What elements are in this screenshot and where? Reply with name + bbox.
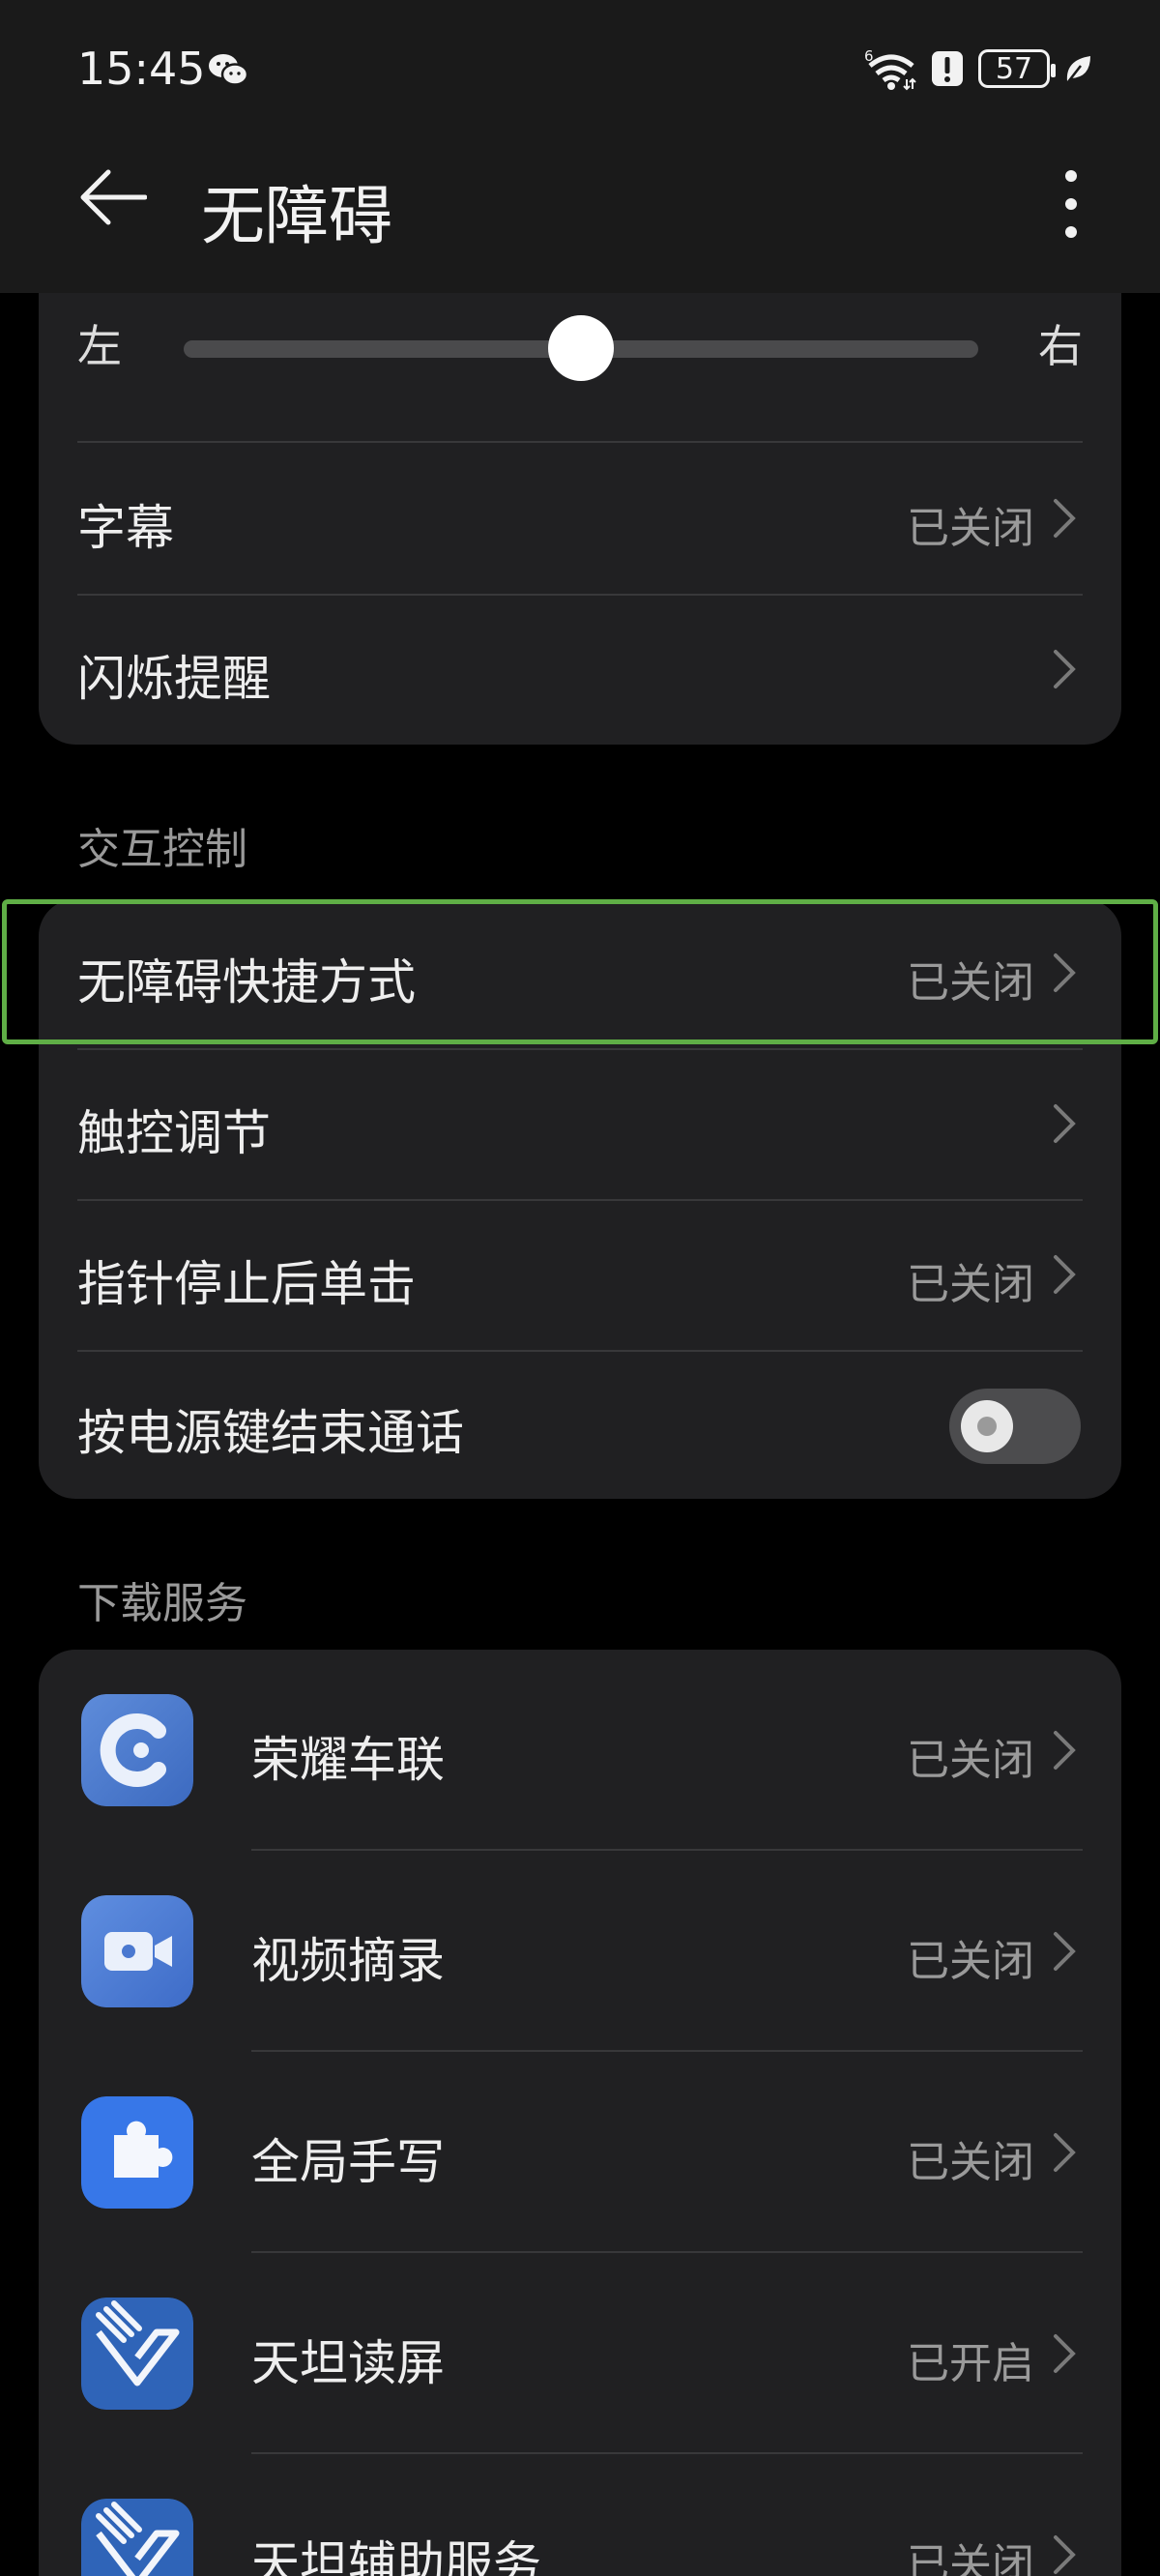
row-subtitles[interactable]: 字幕 已关闭	[39, 443, 1121, 594]
balance-slider-thumb[interactable]	[548, 315, 614, 381]
row-label: 触控调节	[77, 1105, 271, 1161]
app-status: 已开启	[907, 2339, 1034, 2388]
power-ends-call-toggle[interactable]	[949, 1389, 1081, 1464]
row-value: 已关闭	[907, 504, 1034, 553]
row-value: 已关闭	[907, 1260, 1034, 1309]
row-accessibility-shortcut[interactable]: 无障碍快捷方式 已关闭	[39, 899, 1121, 1048]
chevron-right-icon	[1054, 2133, 1076, 2172]
app-status: 已关闭	[907, 1736, 1034, 1785]
row-label: 闪烁提醒	[77, 651, 271, 707]
app-name: 天坦辅助服务	[251, 2536, 541, 2576]
puzzle-icon	[81, 2096, 193, 2209]
chevron-right-icon	[1054, 1104, 1076, 1143]
app-row-tiantan-assist[interactable]: 天坦辅助服务 已关闭	[39, 2454, 1121, 2576]
screen: 15:45 6 57 无障碍 左 右 字幕 已关闭 闪烁提醒 交互控制 无障碍快…	[0, 0, 1160, 2576]
status-time: 15:45	[77, 43, 206, 95]
row-power-ends-call: 按电源键结束通话	[39, 1352, 1121, 1499]
balance-slider-row: 左 右	[39, 290, 1121, 406]
chevron-right-icon	[1054, 1255, 1076, 1294]
leaf-icon	[1066, 56, 1090, 84]
battery-icon: 57	[978, 49, 1056, 88]
tiantan-assist-icon	[81, 2499, 193, 2576]
section-title-interaction: 交互控制	[77, 825, 247, 874]
chevron-right-icon	[1054, 2334, 1076, 2373]
alert-icon	[932, 51, 963, 86]
row-value: 已关闭	[907, 958, 1034, 1008]
row-touch-adjust[interactable]: 触控调节	[39, 1050, 1121, 1199]
more-vertical-icon[interactable]	[1065, 170, 1077, 238]
battery-level: 57	[995, 51, 1033, 86]
page-title: 无障碍	[201, 179, 392, 253]
row-flash-alert[interactable]: 闪烁提醒	[39, 596, 1121, 745]
row-label: 无障碍快捷方式	[77, 954, 416, 1010]
chevron-right-icon	[1054, 1932, 1076, 1971]
downloads-card: 荣耀车联 已关闭 视频摘录 已关闭 全局手写 已关闭 天坦读屏 已开启 天坦辅助…	[39, 1650, 1121, 2576]
back-arrow-icon[interactable]	[79, 168, 147, 226]
wifi-icon: 6	[864, 47, 916, 91]
slider-right-label: 右	[1038, 320, 1083, 372]
app-status: 已关闭	[907, 1937, 1034, 1986]
app-row-honor-carlink[interactable]: 荣耀车联 已关闭	[39, 1650, 1121, 1851]
video-camera-icon	[81, 1895, 193, 2007]
row-label: 指针停止后单击	[77, 1256, 416, 1312]
slider-left-label: 左	[77, 320, 122, 372]
wechat-icon	[209, 54, 249, 86]
app-name: 视频摘录	[251, 1933, 445, 1989]
app-row-video-excerpt[interactable]: 视频摘录 已关闭	[39, 1851, 1121, 2052]
app-row-tiantan-reader[interactable]: 天坦读屏 已开启	[39, 2253, 1121, 2454]
section-title-downloads: 下载服务	[77, 1579, 247, 1628]
app-status: 已关闭	[907, 2540, 1034, 2576]
chevron-right-icon	[1054, 499, 1076, 538]
status-icons: 6 57	[862, 44, 1092, 93]
chevron-right-icon	[1054, 953, 1076, 992]
chevron-right-icon	[1054, 1731, 1076, 1770]
chevron-right-icon	[1054, 2535, 1076, 2574]
audio-card: 左 右 字幕 已关闭 闪烁提醒	[39, 222, 1121, 745]
top-bar: 15:45 6 57 无障碍	[0, 0, 1160, 293]
tiantan-reader-icon	[81, 2298, 193, 2410]
interaction-card: 无障碍快捷方式 已关闭 触控调节 指针停止后单击 已关闭 按电源键结束通话	[39, 899, 1121, 1499]
app-name: 天坦读屏	[251, 2335, 445, 2391]
honor-carlink-icon	[81, 1694, 193, 1806]
app-name: 荣耀车联	[251, 1732, 445, 1788]
chevron-right-icon	[1054, 650, 1076, 688]
app-name: 全局手写	[251, 2134, 445, 2190]
toggle-knob	[961, 1400, 1013, 1452]
row-dwell-click[interactable]: 指针停止后单击 已关闭	[39, 1201, 1121, 1350]
app-row-global-handwriting[interactable]: 全局手写 已关闭	[39, 2052, 1121, 2253]
row-label: 按电源键结束通话	[77, 1405, 464, 1461]
app-status: 已关闭	[907, 2138, 1034, 2187]
row-label: 字幕	[77, 500, 174, 556]
